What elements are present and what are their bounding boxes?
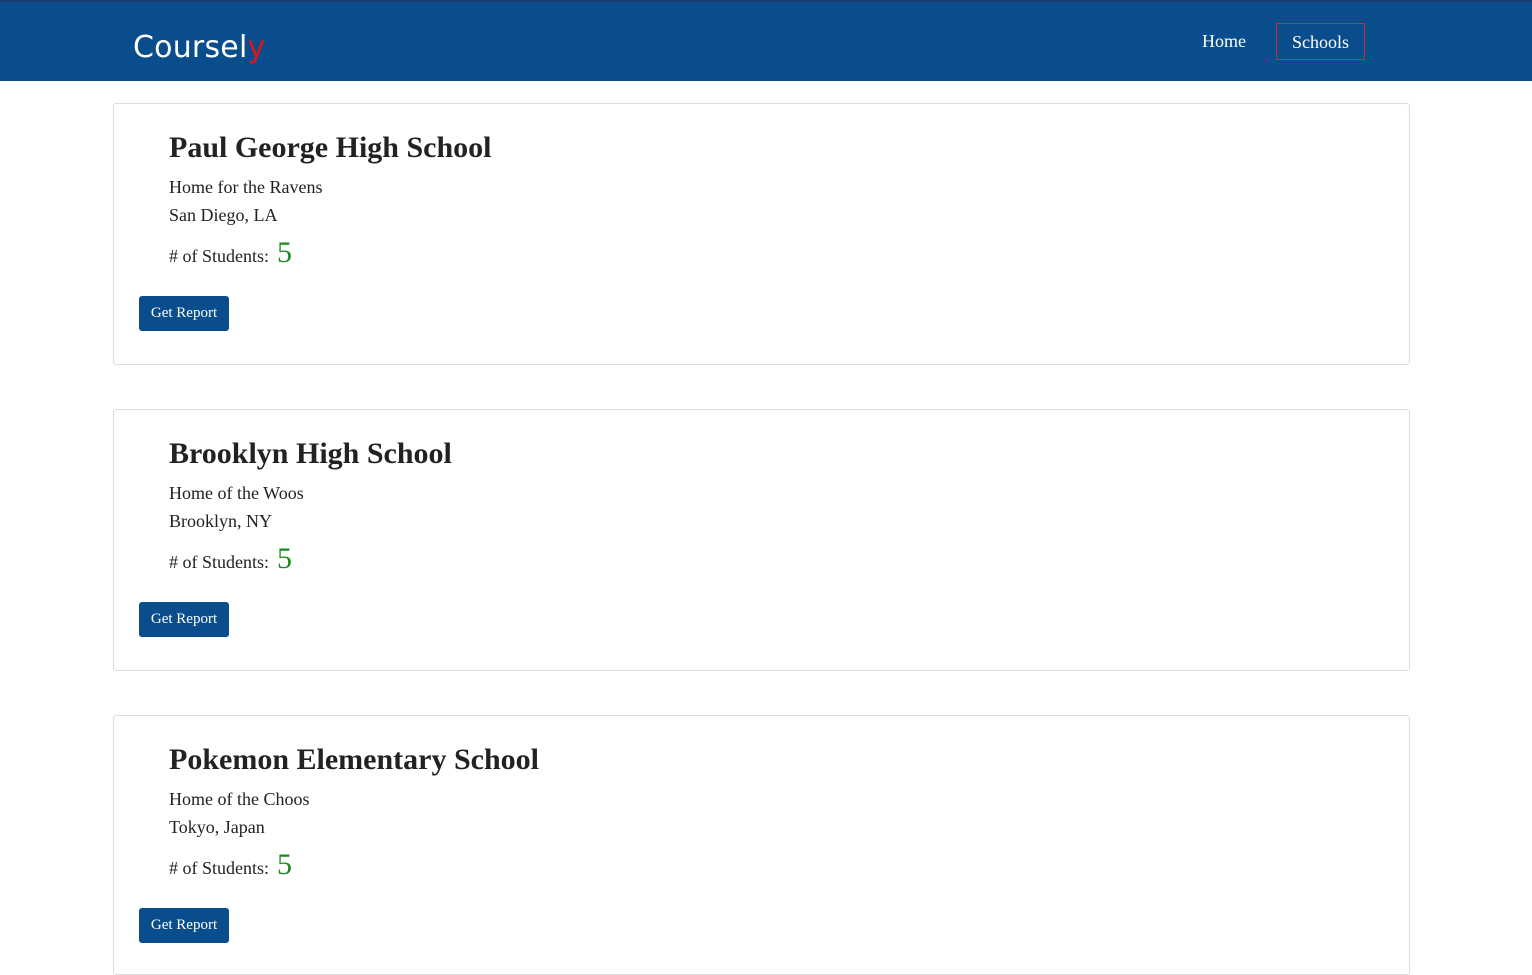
school-location: Tokyo, Japan [169, 817, 265, 837]
student-count-label: # of Students: [169, 858, 270, 878]
student-count-label: # of Students: [169, 246, 270, 266]
brand-text: Course [133, 30, 239, 65]
brand-logo[interactable]: Coursely [133, 30, 265, 66]
nav-link-schools[interactable]: Schools [1276, 23, 1365, 60]
get-report-button[interactable]: Get Report [139, 602, 229, 637]
school-name: Brooklyn High School [169, 437, 452, 470]
student-count-value: 5 [277, 542, 293, 575]
school-name: Pokemon Elementary School [169, 743, 539, 776]
student-count-row: # of Students: 5 [169, 236, 292, 270]
get-report-button[interactable]: Get Report [139, 296, 229, 331]
get-report-button[interactable]: Get Report [139, 908, 229, 943]
student-count-value: 5 [277, 848, 293, 881]
school-card: Paul George High School Home for the Rav… [113, 103, 1410, 365]
top-navbar: Coursely Home Schools [0, 0, 1532, 81]
school-card: Brooklyn High School Home of the Woos Br… [113, 409, 1410, 671]
student-count-value: 5 [277, 236, 293, 269]
student-count-label: # of Students: [169, 552, 270, 572]
school-location: Brooklyn, NY [169, 511, 272, 531]
school-tagline: Home of the Choos [169, 789, 310, 809]
school-tagline: Home of the Woos [169, 483, 304, 503]
school-location: San Diego, LA [169, 205, 278, 225]
brand-accent-letter: y [247, 30, 266, 65]
school-tagline: Home for the Ravens [169, 177, 323, 197]
student-count-row: # of Students: 5 [169, 848, 292, 882]
nav-link-home[interactable]: Home [1189, 23, 1259, 60]
school-card: Pokemon Elementary School Home of the Ch… [113, 715, 1410, 975]
student-count-row: # of Students: 5 [169, 542, 292, 576]
school-name: Paul George High School [169, 131, 492, 164]
